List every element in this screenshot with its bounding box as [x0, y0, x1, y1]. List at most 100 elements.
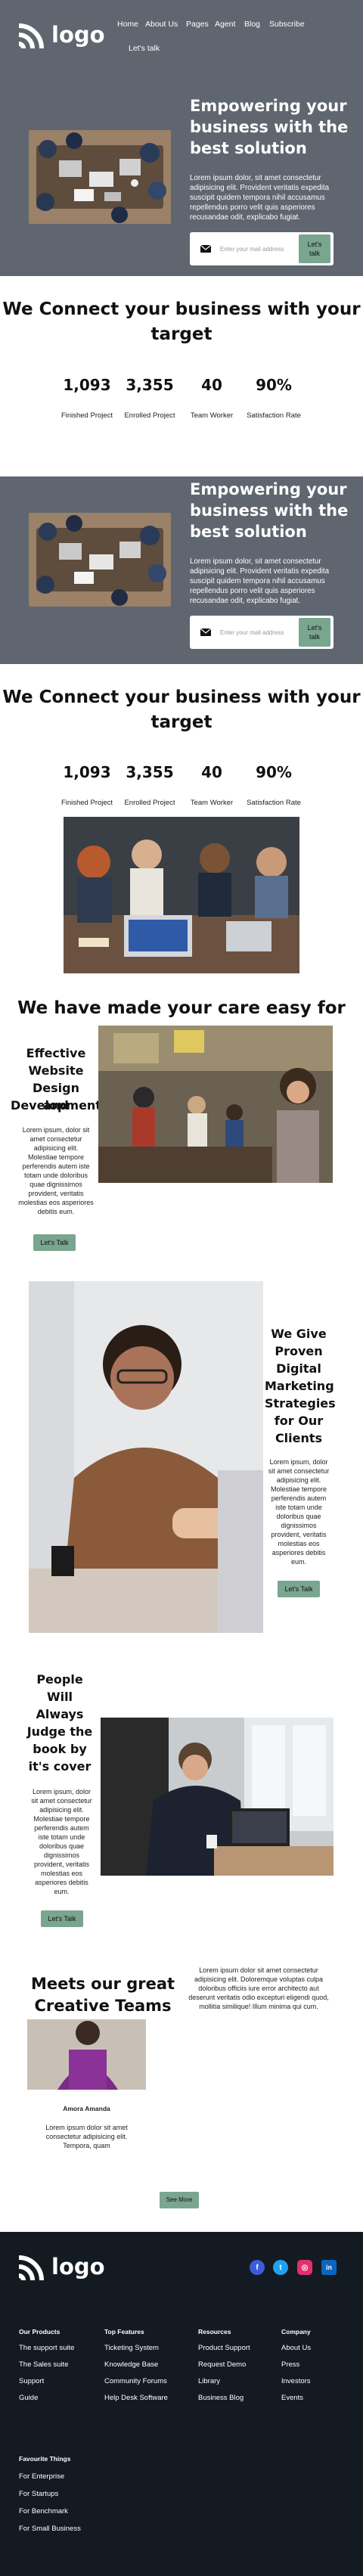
facebook-icon[interactable]: f [250, 2260, 265, 2275]
footer-link-sales-suite[interactable]: The Sales suite [19, 2360, 68, 2369]
nav-pages[interactable]: Pages [186, 20, 209, 29]
feature2-text-7: doloribus quae [276, 1513, 321, 1520]
stat2-value-enrolled: 3,355 [126, 763, 174, 781]
footer-link-enterprise[interactable]: For Enterprise [19, 2472, 64, 2481]
stat2-value-finished: 1,093 [63, 763, 111, 781]
team-member-text-3: Tempora, quam [63, 2142, 110, 2149]
feature3-text-10: molestias eos [40, 1870, 83, 1877]
stat-label-enrolled: Enrolled Project [124, 411, 175, 420]
nav-blog[interactable]: Blog [244, 20, 260, 29]
connect2-title-line-1: We Connect your business with your [2, 687, 361, 707]
feature1-text-6: totam unde doloribus [23, 1172, 88, 1179]
hero-image-team-desk-repeat [29, 513, 171, 607]
hero-text-line-3: suscipit quidem tempora nihil accusamus [190, 194, 325, 202]
feature3-text-8: dignissimos [43, 1851, 80, 1859]
footer-link-events[interactable]: Events [281, 2394, 303, 2402]
team-member-photo [27, 2019, 146, 2090]
connect-title-line-1: We Connect your business with your [2, 299, 361, 319]
nav-agent[interactable]: Agent [215, 20, 235, 29]
logo-icon[interactable] [17, 21, 47, 50]
feature3-lets-talk-button[interactable]: Let's Talk [41, 1910, 83, 1927]
footer-link-press[interactable]: Press [281, 2360, 299, 2369]
email-input[interactable] [220, 241, 303, 256]
footer-logo-icon[interactable] [17, 2253, 47, 2282]
footer-link-investors[interactable]: Investors [281, 2377, 311, 2385]
feature3-title-line-1: People [36, 1672, 83, 1687]
hero2-title-line-3: best solution [190, 523, 307, 541]
footer-link-knowledge-base[interactable]: Knowledge Base [104, 2360, 158, 2369]
team-intro-3: doloribus officiis iure error architecto… [198, 1985, 319, 1992]
feature3-text-5: perferendis autem [34, 1824, 89, 1832]
footer-link-benchmark[interactable]: For Benchmark [19, 2507, 68, 2515]
mail-icon [200, 628, 211, 636]
footer-link-small-business[interactable]: For Small Business [19, 2525, 81, 2533]
footer-link-product-support[interactable]: Product Support [198, 2344, 250, 2352]
feature1-title-line-2: Website [28, 1063, 84, 1078]
office-team-image [98, 1026, 333, 1183]
stat2-label-finished: Finished Project [60, 799, 113, 807]
hero2-title-line-1: Empowering your [190, 480, 347, 498]
feature3-title-line-5: book by [33, 1742, 87, 1756]
feature2-text-3: adipisicing elit. [276, 1476, 321, 1484]
instagram-icon[interactable]: ◎ [297, 2260, 312, 2275]
footer-link-library[interactable]: Library [198, 2377, 220, 2385]
hero2-text-line-1: Lorem ipsum dolor, sit amet consectetur [190, 557, 321, 566]
stat-value-team: 40 [201, 376, 222, 394]
hero-lets-talk-button[interactable]: Let's talk [299, 234, 330, 263]
nav-lets-talk[interactable]: Let's talk [129, 44, 160, 53]
footer: logo f t ◎ in Our Products The support s… [0, 2232, 363, 2576]
feature3-title-line-6: it's cover [28, 1759, 92, 1774]
stat2-label-team: Team Worker [190, 799, 234, 807]
footer-link-about-us[interactable]: About Us [281, 2344, 311, 2352]
hero-button-label-2: talk [309, 250, 320, 257]
footer-col3-heading: Resources [198, 2328, 231, 2335]
footer-link-guide[interactable]: Guide [19, 2394, 38, 2402]
nav-about-us[interactable]: About Us [145, 20, 178, 29]
hero2-lets-talk-button[interactable]: Let's talk [299, 618, 330, 647]
feature2-text-11: asperiores debitis [271, 1549, 326, 1556]
nav-home[interactable]: Home [117, 20, 138, 29]
footer-link-support[interactable]: Support [19, 2377, 44, 2385]
feature1-text-2: amet consectetur [29, 1135, 82, 1143]
footer-link-help-desk[interactable]: Help Desk Software [104, 2394, 168, 2402]
feature2-title-line-2: Proven [275, 1344, 323, 1358]
stat-value-satisfaction: 90% [256, 376, 292, 394]
footer-link-business-blog[interactable]: Business Blog [198, 2394, 244, 2402]
stat-label-finished: Finished Project [60, 411, 113, 420]
feature1-title-line-4: Development [11, 1098, 101, 1113]
footer-link-ticketing[interactable]: Ticketing System [104, 2344, 159, 2352]
hero-text-line-2: adipisicing elit. Provident veritatis ex… [190, 184, 330, 192]
footer-link-startups[interactable]: For Startups [19, 2490, 58, 2498]
see-more-button[interactable]: See More [160, 2192, 199, 2208]
feature1-text-8: provident, veritatis [28, 1190, 84, 1197]
feature2-text-1: Lorem ipsum, dolor [269, 1458, 328, 1466]
team-intro-5: mollitia similique! Illum minima qui cum… [199, 2003, 318, 2010]
nav-subscribe[interactable]: Subscribe [269, 20, 305, 29]
footer-link-community-forums[interactable]: Community Forums [104, 2377, 167, 2385]
footer-col4-heading: Company [281, 2328, 311, 2335]
feature2-lets-talk-button[interactable]: Let's Talk [278, 1581, 320, 1597]
team-member-name: Amora Amanda [63, 2105, 110, 2112]
mail-icon [200, 245, 211, 253]
brand-logo-text[interactable]: logo [51, 21, 105, 48]
twitter-icon[interactable]: t [273, 2260, 288, 2275]
linkedin-icon[interactable]: in [321, 2260, 337, 2275]
feature2-text-10: molestias eos [278, 1540, 320, 1547]
footer-brand-logo-text[interactable]: logo [51, 2253, 105, 2280]
feature2-title-line-7: Clients [275, 1431, 323, 1445]
footer-link-support-suite[interactable]: The support suite [19, 2344, 74, 2352]
hero-button-label-1: Let's [307, 241, 322, 248]
email-input-repeat[interactable] [220, 625, 303, 640]
feature1-lets-talk-button[interactable]: Let's Talk [33, 1234, 76, 1251]
footer-favourite-heading: Favourite Things [19, 2455, 71, 2463]
feature2-title-line-1: We Give [271, 1327, 327, 1341]
feature3-text-9: provident, veritatis [33, 1861, 90, 1868]
handshake-man-image [29, 1281, 263, 1633]
footer-col1-heading: Our Products [19, 2328, 60, 2335]
team-title-line-1: Meets our great [30, 1975, 175, 1993]
team-member-text-1: Lorem ipsum dolor sit amet [45, 2124, 128, 2131]
hero2-button-label-2: talk [309, 633, 320, 641]
footer-link-request-demo[interactable]: Request Demo [198, 2360, 246, 2369]
feature3-text-6: iste totam unde [38, 1833, 85, 1841]
feature2-text-4: Molestiae tempore [270, 1485, 327, 1493]
